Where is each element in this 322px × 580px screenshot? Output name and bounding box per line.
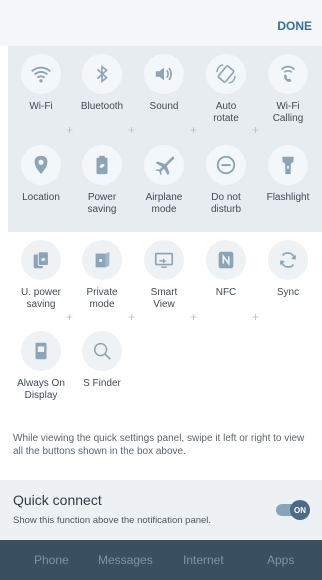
done-button[interactable]: DONE — [277, 19, 312, 33]
quick-connect-toggle[interactable]: ON — [276, 500, 310, 520]
tile-private-mode[interactable]: Private mode — [70, 240, 134, 311]
nav-internet[interactable]: Internet — [183, 553, 224, 567]
tile-smart-view[interactable]: Smart View — [132, 240, 196, 311]
plus-icon: + — [190, 310, 198, 324]
sync-icon — [268, 240, 308, 280]
flashlight-icon — [268, 145, 308, 185]
airplane-icon — [144, 145, 184, 185]
tile-label: Do not disturb — [210, 192, 241, 215]
quick-connect-title: Quick connect — [13, 492, 102, 508]
ultra-power-saving-icon — [21, 240, 61, 280]
tile-nfc[interactable]: NFC — [194, 240, 258, 299]
tile-label: S Finder — [83, 378, 121, 389]
quick-connect-row[interactable]: Quick connect Show this function above t… — [0, 480, 322, 540]
tile-label: Smart View — [150, 287, 178, 310]
s-finder-icon — [82, 331, 122, 371]
bluetooth-icon — [82, 54, 122, 94]
tile-label: Bluetooth — [80, 101, 124, 112]
hint-text: While viewing the quick settings panel, … — [13, 433, 305, 457]
tile-label: Wi-Fi Calling — [272, 101, 304, 124]
auto-rotate-icon — [206, 54, 246, 94]
tile-power-saving[interactable]: Power saving — [70, 145, 134, 216]
tile-label: Sync — [276, 287, 300, 298]
tile-location[interactable]: Location — [9, 145, 73, 204]
wifi-icon — [21, 54, 61, 94]
toggle-knob: ON — [290, 500, 310, 520]
tile-bluetooth[interactable]: Bluetooth — [70, 54, 134, 113]
tile-wifi-calling[interactable]: Wi-Fi Calling — [256, 54, 320, 125]
tile-label: Airplane mode — [145, 192, 183, 215]
plus-icon: + — [66, 310, 74, 324]
bottom-nav-bar: Phone Messages Internet Apps — [0, 540, 322, 580]
nav-apps[interactable]: Apps — [267, 553, 294, 567]
plus-icon: + — [128, 123, 136, 137]
tile-sync[interactable]: Sync — [256, 240, 320, 299]
tile-sound[interactable]: Sound — [132, 54, 196, 113]
tile-label: Wi-Fi — [29, 101, 53, 112]
wifi-calling-icon — [268, 54, 308, 94]
tile-label: Sound — [149, 101, 179, 112]
plus-icon: + — [252, 310, 260, 324]
always-on-display-icon — [21, 331, 61, 371]
nfc-icon — [206, 240, 246, 280]
tile-s-finder[interactable]: S Finder — [70, 331, 134, 390]
tile-flashlight[interactable]: Flashlight — [256, 145, 320, 204]
tile-do-not-disturb[interactable]: Do not disturb — [194, 145, 258, 216]
plus-icon: + — [190, 123, 198, 137]
top-bar: DONE — [0, 0, 322, 46]
tile-auto-rotate[interactable]: Auto rotate — [194, 54, 258, 125]
tile-label: U. power saving — [20, 287, 61, 310]
tile-label: Always On Display — [17, 378, 65, 401]
sound-icon — [144, 54, 184, 94]
plus-icon: + — [252, 123, 260, 137]
do-not-disturb-icon — [206, 145, 246, 185]
plus-icon: + — [128, 310, 136, 324]
tile-wifi[interactable]: Wi-Fi — [9, 54, 73, 113]
nav-messages[interactable]: Messages — [98, 553, 153, 567]
quick-connect-subtitle: Show this function above the notificatio… — [13, 515, 212, 526]
tile-label: Power saving — [87, 192, 117, 215]
tile-label: NFC — [215, 287, 237, 298]
tile-airplane[interactable]: Airplane mode — [132, 145, 196, 216]
tile-label: Flashlight — [266, 192, 310, 203]
tile-label: Auto rotate — [213, 101, 239, 124]
power-saving-icon — [82, 145, 122, 185]
tile-label: Location — [22, 192, 60, 203]
tile-always-on-display[interactable]: Always On Display — [9, 331, 73, 402]
tile-label: Private mode — [86, 287, 118, 310]
plus-icon: + — [66, 123, 74, 137]
tile-ultra-power-saving[interactable]: U. power saving — [9, 240, 73, 311]
smart-view-icon — [144, 240, 184, 280]
private-mode-icon — [82, 240, 122, 280]
location-icon — [21, 145, 61, 185]
nav-phone[interactable]: Phone — [34, 553, 69, 567]
